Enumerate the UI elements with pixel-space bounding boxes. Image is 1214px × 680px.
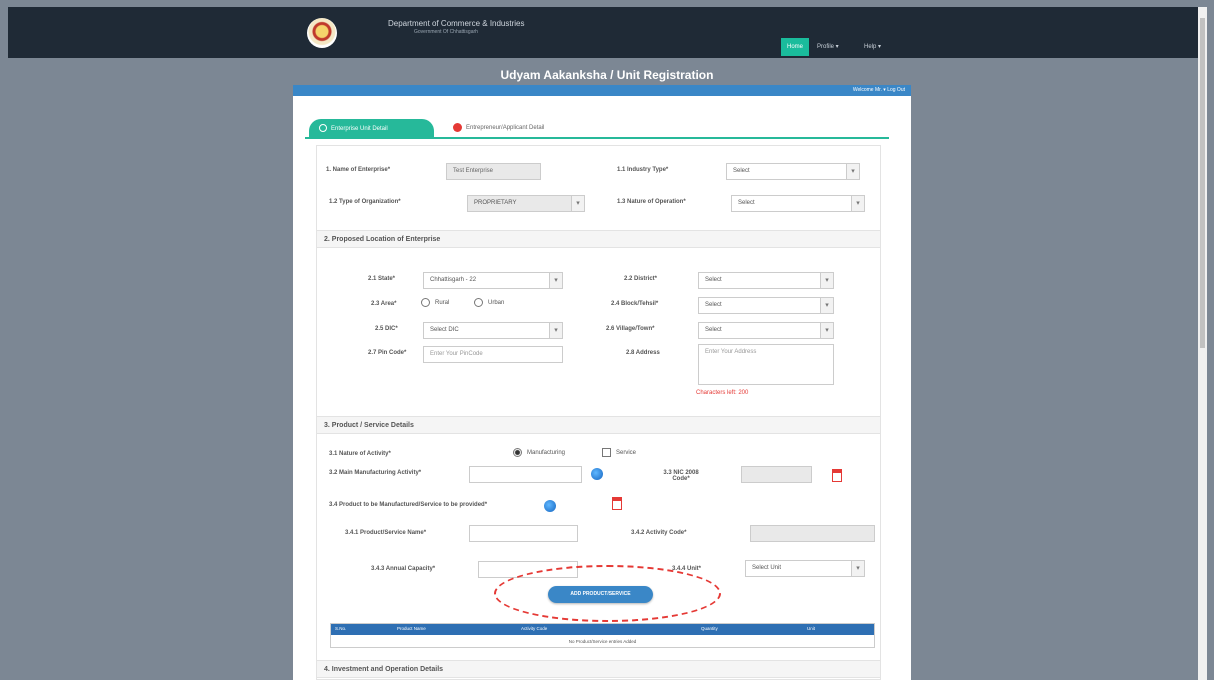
chevron-down-icon: ▾ xyxy=(549,272,563,289)
address-textarea[interactable]: Enter Your Address xyxy=(698,344,834,385)
col-unit: Unit xyxy=(807,626,816,631)
department-name: Department of Commerce & Industries xyxy=(388,19,525,28)
activity-service-checkbox[interactable]: Service xyxy=(602,448,636,457)
section-product: 3. Product / Service Details xyxy=(317,416,880,434)
activity-code-label: 3.4.2 Activity Code* xyxy=(631,530,687,536)
chars-left-text: Characters left: 200 xyxy=(696,390,749,396)
operation-value: Select xyxy=(738,200,755,206)
org-value: PROPRIETARY xyxy=(474,200,517,206)
product-name-label: 3.4.1 Product/Service Name* xyxy=(345,530,427,536)
user-bar: Welcome Mr. ▾ Log Out xyxy=(293,85,911,96)
globe-help-icon[interactable] xyxy=(591,468,603,480)
radio-circle xyxy=(474,298,483,307)
nagar-value: Select xyxy=(705,327,722,333)
checkbox-label: Service xyxy=(616,450,637,457)
name-label: 1. Name of Enterprise* xyxy=(326,167,391,173)
enterprise-name-input[interactable]: Test Enterprise xyxy=(446,163,541,180)
main-activity-label: 3.2 Main Manufacturing Activity* xyxy=(329,470,422,476)
area-urban-radio[interactable]: Urban xyxy=(474,298,504,307)
nav-profile[interactable]: Profile ▾ xyxy=(817,38,839,56)
top-header xyxy=(8,7,1198,58)
section-location: 2. Proposed Location of Enterprise xyxy=(317,230,880,248)
main-activity-input[interactable] xyxy=(469,466,582,483)
nic-code-input[interactable] xyxy=(741,466,812,483)
tab-label: Enterprise Unit Detail xyxy=(331,126,388,132)
capacity-label: 3.4.3 Annual Capacity* xyxy=(371,566,436,572)
block-label: 2.4 Block/Tehsil* xyxy=(611,301,659,307)
state-value: Chhattisgarh - 22 xyxy=(430,277,477,283)
page-title: Udyam Aakanksha / Unit Registration xyxy=(500,68,714,82)
section-investment: 4. Investment and Operation Details xyxy=(317,660,880,678)
radio-circle xyxy=(513,448,522,457)
nagar-label: 2.6 Village/Town* xyxy=(606,326,655,332)
pdf-icon[interactable] xyxy=(832,469,842,482)
chevron-down-icon: ▾ xyxy=(571,195,585,212)
tab-enterprise-detail[interactable]: Enterprise Unit Detail xyxy=(309,119,434,139)
nagar-select[interactable]: Select ▾ xyxy=(698,322,834,339)
activity-label: 3.1 Nature of Activity* xyxy=(329,451,391,457)
org-select[interactable]: PROPRIETARY ▾ xyxy=(467,195,585,212)
govt-emblem-icon xyxy=(307,18,337,48)
district-select[interactable]: Select ▾ xyxy=(698,272,834,289)
org-label: 1.2 Type of Organization* xyxy=(329,199,401,205)
nav-help[interactable]: Help ▾ xyxy=(864,38,881,56)
operation-select[interactable]: Select ▾ xyxy=(731,195,865,212)
unit-select[interactable]: Select Unit ▾ xyxy=(745,560,865,577)
chevron-down-icon: ▾ xyxy=(846,163,860,180)
activity-code-input[interactable] xyxy=(750,525,875,542)
radio-label: Manufacturing xyxy=(527,450,566,457)
product-label: 3.4 Product to be Manufactured/Service t… xyxy=(329,502,488,508)
product-name-input[interactable] xyxy=(469,525,578,542)
globe-help-icon[interactable] xyxy=(544,500,556,512)
alert-circle-icon xyxy=(453,123,462,132)
dic-label: 2.5 DIC* xyxy=(375,326,398,332)
nic-label: 3.3 NIC 2008 Code* xyxy=(663,470,699,482)
industry-value: Select xyxy=(733,168,750,174)
chevron-down-icon: ▾ xyxy=(851,195,865,212)
col-product-name: Product Name xyxy=(397,626,426,631)
state-label: 2.1 State* xyxy=(368,276,396,282)
dic-select[interactable]: Select DIC ▾ xyxy=(423,322,563,339)
tab-applicant-detail[interactable]: Entrepreneur/Applicant Detail xyxy=(453,123,544,132)
check-circle-icon xyxy=(319,124,327,133)
pin-label: 2.7 Pin Code* xyxy=(368,350,407,356)
district-label: 2.2 District* xyxy=(624,276,658,282)
area-label: 2.3 Area* xyxy=(371,301,397,307)
highlight-ring xyxy=(494,565,721,622)
col-quantity: Quantity xyxy=(701,626,718,631)
chevron-down-icon: ▾ xyxy=(851,560,865,577)
checkbox-square xyxy=(602,448,611,457)
address-label: 2.8 Address xyxy=(626,350,660,356)
unit-value: Select Unit xyxy=(752,565,782,571)
activity-manufacturing-radio[interactable]: Manufacturing xyxy=(513,448,565,457)
scrollbar-thumb[interactable] xyxy=(1200,18,1205,348)
product-table: S.No. Product Name Activity Code Quantit… xyxy=(330,623,875,648)
district-value: Select xyxy=(705,277,722,283)
chevron-down-icon: ▾ xyxy=(820,322,834,339)
pdf-icon[interactable] xyxy=(612,497,622,510)
chevron-down-icon: ▾ xyxy=(820,272,834,289)
block-select[interactable]: Select ▾ xyxy=(698,297,834,314)
col-sno: S.No. xyxy=(335,626,347,631)
pin-input[interactable]: Enter Your PinCode xyxy=(423,346,563,363)
col-activity-code: Activity Code xyxy=(521,626,548,631)
radio-label: Rural xyxy=(435,300,450,307)
chevron-down-icon: ▾ xyxy=(820,297,834,314)
welcome-logout-link[interactable]: Welcome Mr. ▾ Log Out xyxy=(853,87,905,93)
tab-label: Entrepreneur/Applicant Detail xyxy=(466,125,545,132)
industry-select[interactable]: Select ▾ xyxy=(726,163,860,180)
area-rural-radio[interactable]: Rural xyxy=(421,298,449,307)
radio-label: Urban xyxy=(488,300,505,307)
radio-circle xyxy=(421,298,430,307)
industry-label: 1.1 Industry Type* xyxy=(617,167,669,173)
table-empty-row: No Product/Service entries Added xyxy=(568,639,637,644)
dic-value: Select DIC xyxy=(430,327,459,333)
block-value: Select xyxy=(705,302,722,308)
state-select[interactable]: Chhattisgarh - 22 ▾ xyxy=(423,272,563,289)
nav-home[interactable]: Home xyxy=(781,38,809,56)
table-header: S.No. Product Name Activity Code Quantit… xyxy=(331,624,874,635)
government-name: Government Of Chhattisgarh xyxy=(414,29,478,35)
chevron-down-icon: ▾ xyxy=(549,322,563,339)
operation-label: 1.3 Nature of Operation* xyxy=(617,199,686,205)
